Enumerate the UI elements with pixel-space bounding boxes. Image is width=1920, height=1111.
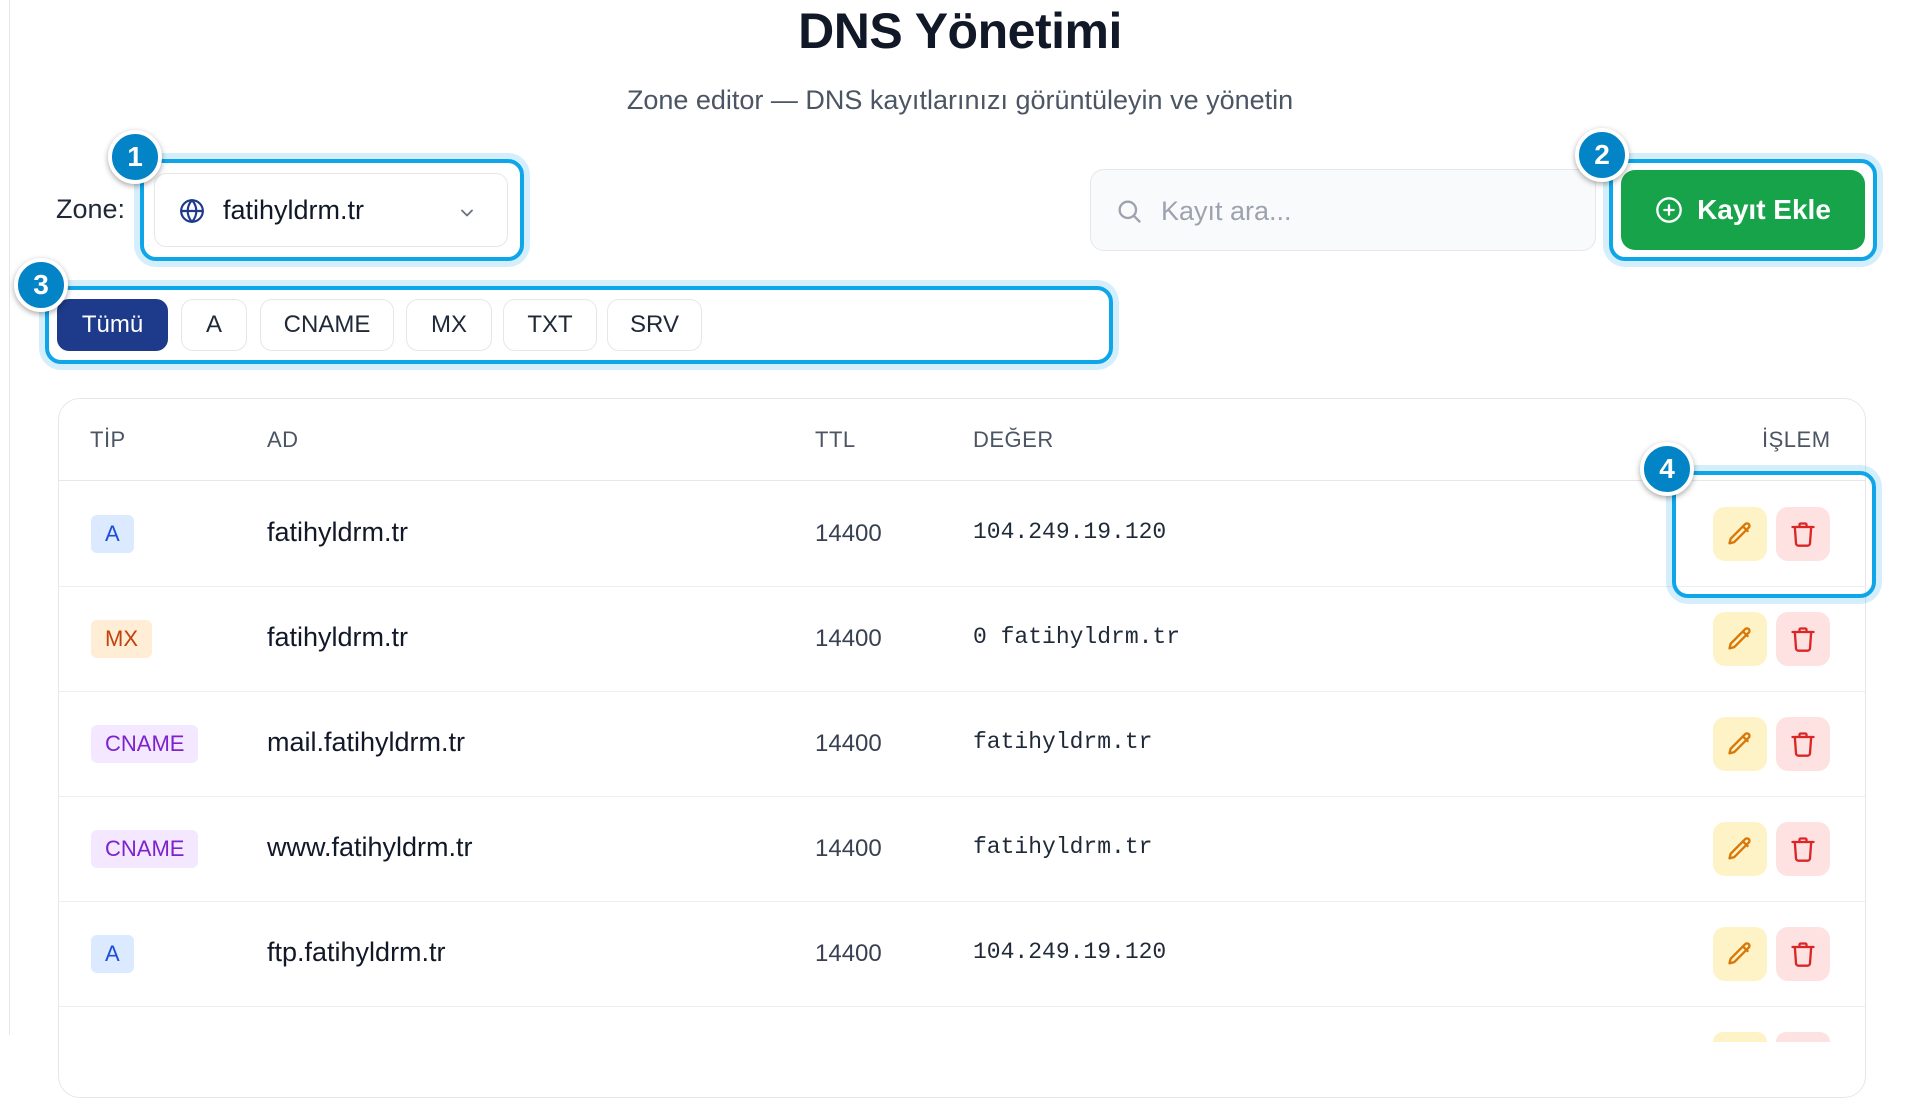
callout-number: 2 [1575,128,1629,182]
record-ttl: 14400 [815,940,882,967]
record-ttl: 14400 [815,835,882,862]
column-header-type: TİP [90,427,126,452]
delete-button[interactable] [1776,612,1830,666]
record-value: 104.249.19.120 [973,939,1167,965]
delete-button[interactable] [1776,927,1830,981]
column-header-ttl: TTL [815,427,856,452]
record-name: www.fatihyldrm.tr [267,832,473,862]
delete-button[interactable] [1776,822,1830,876]
table-row: MX fatihyldrm.tr 14400 0 fatihyldrm.tr [59,586,1865,692]
callout-highlight-add [1609,159,1877,261]
callout-number: 3 [14,258,68,312]
table-row: CNAME www.fatihyldrm.tr 14400 fatihyldrm… [59,796,1865,902]
pencil-icon [1728,942,1751,965]
record-name: fatihyldrm.tr [267,517,409,547]
search-input[interactable] [1159,188,1573,234]
record-value: 104.249.19.120 [973,519,1167,545]
trash-icon [1791,627,1815,652]
column-header-name: AD [267,427,299,452]
callout-highlight-actions [1672,471,1876,598]
pencil-icon [1728,627,1751,650]
record-type-badge: MX [91,620,152,658]
column-header-actions: İŞLEM [1762,427,1831,452]
delete-button[interactable] [1776,1032,1830,1042]
record-name: mail.fatihyldrm.tr [267,727,466,757]
table-row: CNAME mail.fatihyldrm.tr 14400 fatihyldr… [59,691,1865,797]
record-name: fatihyldrm.tr [267,622,409,652]
record-value: 0 fatihyldrm.tr [973,624,1181,650]
record-type-badge: CNAME [91,725,199,763]
table-row: A ftp.fatihyldrm.tr 14400 104.249.19.120 [59,901,1865,1007]
record-name: ftp.fatihyldrm.tr [267,937,446,967]
edit-button[interactable] [1713,717,1767,771]
page-title: DNS Yönetimi [798,3,1122,59]
table-row [59,1006,1865,1111]
record-value: fatihyldrm.tr [973,729,1153,755]
record-value: fatihyldrm.tr [973,834,1153,860]
record-ttl: 14400 [815,520,882,547]
trash-icon [1791,837,1815,862]
page-subtitle: Zone editor — DNS kayıtlarınızı görüntül… [626,85,1294,115]
record-type-badge: CNAME [91,830,199,868]
edit-button[interactable] [1713,822,1767,876]
callout-highlight-zone [140,159,524,261]
pencil-icon [1728,732,1751,755]
trash-icon [1791,942,1815,967]
callout-highlight-filters [45,286,1113,364]
callout-number: 4 [1640,442,1694,496]
table-row: A fatihyldrm.tr 14400 104.249.19.120 [59,481,1865,587]
record-type-badge: A [91,935,134,973]
search-box[interactable] [1090,169,1596,251]
edit-button[interactable] [1713,927,1767,981]
edit-button[interactable] [1713,1032,1767,1042]
pencil-icon [1728,837,1751,860]
zone-label: Zone: [56,194,126,224]
callout-number: 1 [108,130,162,184]
column-header-value: DEĞER [973,427,1054,452]
edit-button[interactable] [1713,612,1767,666]
record-type-badge: A [91,515,134,553]
record-ttl: 14400 [815,625,882,652]
record-ttl: 14400 [815,730,882,757]
search-icon [1118,200,1141,223]
page-edge-divider [9,0,10,1035]
delete-button[interactable] [1776,717,1830,771]
trash-icon [1791,732,1815,757]
